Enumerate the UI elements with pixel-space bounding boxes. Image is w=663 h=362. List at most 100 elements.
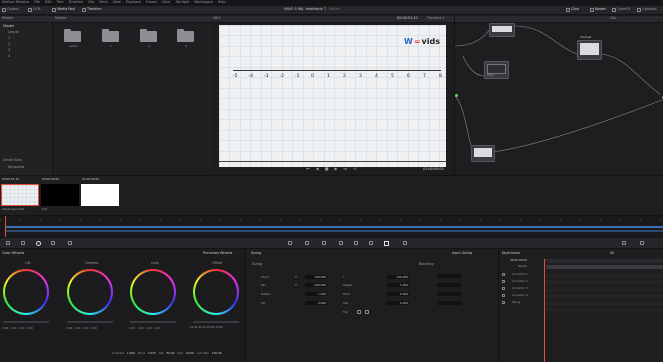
blanking-right[interactable]	[437, 301, 461, 305]
menu-help[interactable]: Help	[218, 0, 226, 4]
mini-timeline[interactable]	[0, 215, 663, 238]
tree-item[interactable]: 2	[8, 42, 10, 46]
menu-color[interactable]: Color	[162, 0, 171, 4]
expand-icon[interactable]	[502, 280, 505, 283]
expand-icon[interactable]	[502, 301, 505, 304]
keyframe-tracks[interactable]	[546, 273, 663, 313]
contrast-value[interactable]: 1.000	[127, 352, 135, 355]
keyframes-mode[interactable]: All	[610, 251, 614, 255]
blanking-top[interactable]	[437, 274, 461, 278]
blanking-left[interactable]	[437, 292, 461, 296]
folder-icon[interactable]	[177, 29, 194, 42]
sat-value[interactable]: 50.00	[166, 352, 174, 355]
camera-raw-icon[interactable]	[6, 241, 10, 245]
tracker-icon[interactable]	[339, 241, 343, 245]
play-icon[interactable]: ▶	[334, 167, 337, 171]
menu-clip[interactable]: Clip	[88, 0, 94, 4]
pitch-field[interactable]: 0.000	[387, 292, 409, 296]
sizing-icon[interactable]	[384, 241, 389, 246]
color-match-icon[interactable]	[21, 241, 25, 245]
gallery-button[interactable]: Gallery	[2, 7, 19, 12]
keyframe-row[interactable]: Corrector 3	[512, 287, 528, 290]
zoom-x-field[interactable]: 100.000	[305, 275, 327, 279]
rgb-mixer-icon[interactable]	[51, 241, 55, 245]
node-04[interactable]	[471, 145, 495, 162]
keyframe-row[interactable]: Corrector 1	[512, 273, 528, 276]
menu-edit[interactable]: Edit	[45, 0, 52, 4]
hdr-icon[interactable]	[68, 241, 72, 245]
wheels-mode[interactable]: Primaries Wheels	[203, 251, 232, 255]
clips-button[interactable]: Clips	[566, 7, 579, 12]
yaw-field[interactable]: 0.000	[387, 301, 409, 305]
folder-icon[interactable]	[102, 29, 119, 42]
rotate-field[interactable]: 1.000	[305, 292, 327, 296]
keyframe-row[interactable]: Sizing	[512, 301, 520, 304]
menu-workspace[interactable]: Workspace	[194, 0, 213, 4]
prev-frame-icon[interactable]: ⏮	[306, 167, 310, 171]
keyframe-row[interactable]: Corrector 2	[512, 280, 528, 283]
3d-icon[interactable]	[403, 241, 407, 245]
keywords-item[interactable]: Keywords	[8, 165, 24, 169]
folder-icon[interactable]	[64, 29, 81, 42]
menu-fusion[interactable]: Fusion	[146, 0, 157, 4]
gain-master-slider[interactable]	[130, 321, 176, 323]
loop-icon[interactable]: ⟲	[353, 167, 356, 171]
blanking-bottom[interactable]	[437, 283, 461, 287]
lightbox-button[interactable]: Lightbox	[637, 7, 657, 12]
height-field[interactable]: 1.000	[387, 283, 409, 287]
expand-icon[interactable]	[502, 294, 505, 297]
menu-file[interactable]: File	[34, 0, 40, 4]
lift-master-slider[interactable]	[3, 321, 49, 323]
keyframe-row[interactable]: Corrector 4	[512, 294, 528, 297]
gamma-master-slider[interactable]	[67, 321, 113, 323]
openfx-button[interactable]: OpenFX	[612, 7, 630, 12]
tree-item[interactable]: 3	[8, 48, 10, 52]
qualifier-icon[interactable]	[305, 241, 309, 245]
clip-thumbnail-3[interactable]: 01:00:00:00	[80, 178, 120, 212]
menu-mark[interactable]: Mark	[99, 0, 107, 4]
info-icon[interactable]	[640, 241, 644, 245]
stop-icon[interactable]: ■	[325, 167, 329, 171]
luts-button[interactable]: LUTs	[28, 7, 40, 12]
menu-app[interactable]: DaVinci Resolve	[2, 0, 29, 4]
menu-playback[interactable]: Playback	[126, 0, 141, 4]
expand-icon[interactable]	[502, 287, 505, 290]
flip-horizontal-icon[interactable]	[357, 310, 361, 314]
timeline-button[interactable]: Timeline	[82, 7, 101, 12]
lum-mix-value[interactable]: 100.00	[212, 352, 222, 355]
menu-timeline[interactable]: Timeline	[69, 0, 83, 4]
tree-item[interactable]: 4	[8, 54, 10, 58]
hue-value[interactable]: 50.00	[186, 352, 194, 355]
menu-view[interactable]: View	[113, 0, 121, 4]
media-pool-button[interactable]: Media Pool	[52, 7, 75, 12]
folder-icon[interactable]	[140, 29, 157, 42]
next-frame-icon[interactable]: ⏭	[344, 167, 348, 171]
clip-thumbnail-1[interactable]: 00:00:51:10 Wasknijpje RAW	[0, 178, 40, 212]
reverse-play-icon[interactable]: ◀	[316, 167, 319, 171]
gamma-wheel[interactable]	[67, 269, 113, 315]
scopes-icon[interactable]	[622, 241, 626, 245]
curves-icon[interactable]	[288, 241, 292, 245]
input-dot[interactable]	[455, 94, 458, 97]
window-icon[interactable]	[322, 241, 326, 245]
input-sizing-select[interactable]: Input Sizing	[452, 251, 472, 255]
color-wheels-icon[interactable]	[36, 241, 41, 246]
key-icon[interactable]	[369, 241, 373, 245]
pan-field[interactable]: -100.000	[305, 283, 327, 287]
keyframes-playhead[interactable]	[544, 259, 545, 362]
node-03[interactable]: Contrast	[577, 36, 602, 60]
tilt-field[interactable]: 0.000	[305, 301, 327, 305]
blur-icon[interactable]	[354, 241, 358, 245]
viewer-scrubber[interactable]	[219, 161, 446, 162]
tree-item[interactable]: 1	[8, 36, 10, 40]
offset-master-slider[interactable]	[193, 321, 239, 323]
nodes-button[interactable]: Nodes	[590, 7, 606, 12]
lift-wheel[interactable]	[3, 269, 49, 315]
offset-wheel[interactable]	[193, 269, 239, 315]
menu-fairlight[interactable]: Fairlight	[176, 0, 190, 4]
menu-trim[interactable]: Trim	[56, 0, 63, 4]
gain-wheel[interactable]	[130, 269, 176, 315]
pivot-value[interactable]: 0.435	[148, 352, 156, 355]
clip-thumbnail-2[interactable]: 00:00:00:00 Clip	[40, 178, 80, 212]
tree-root[interactable]: Master	[3, 24, 15, 28]
